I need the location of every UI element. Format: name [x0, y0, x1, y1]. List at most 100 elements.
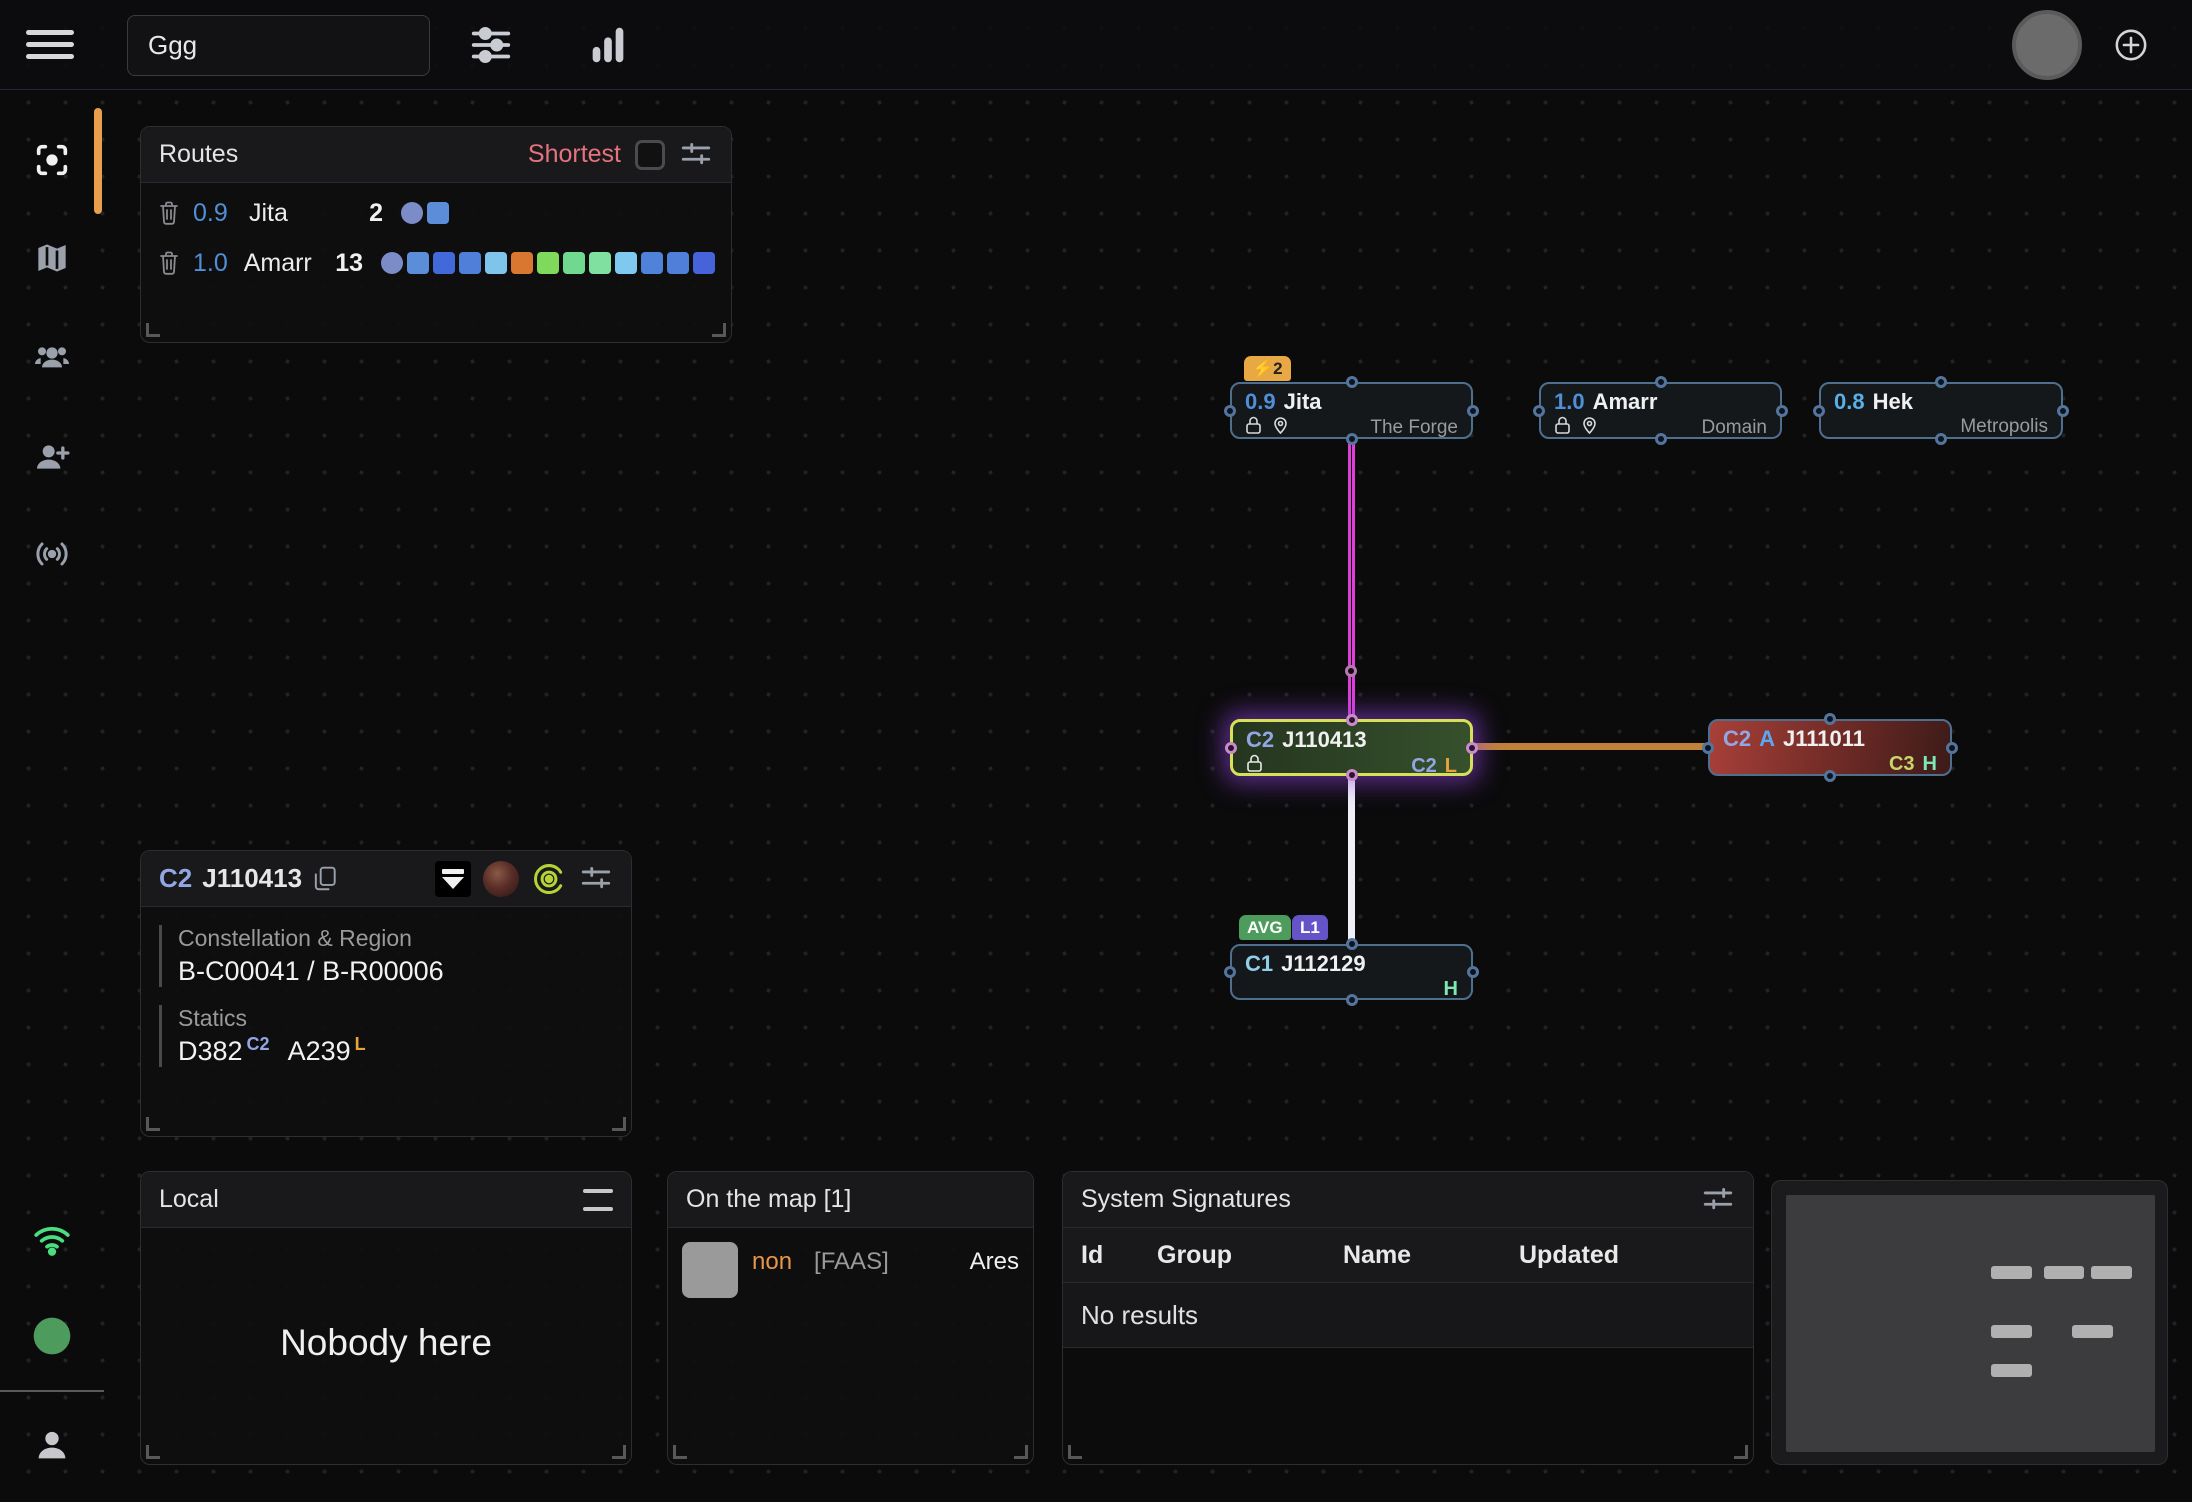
map-name-select[interactable]: Ggg	[127, 15, 430, 76]
zkill-target-icon[interactable]	[531, 861, 567, 897]
minimap-viewport[interactable]	[1786, 1195, 2155, 1452]
handle[interactable]	[1467, 966, 1479, 978]
route-hop-circle	[381, 252, 403, 274]
add-character-icon[interactable]	[2114, 28, 2148, 62]
column-updated[interactable]: Updated	[1519, 1241, 1619, 1270]
handle[interactable]	[1935, 433, 1947, 445]
pilot-corp-ticker: [FAAS]	[814, 1248, 889, 1276]
handle[interactable]	[1346, 994, 1358, 1006]
broadcast-icon[interactable]	[32, 534, 72, 574]
handle[interactable]	[1776, 405, 1788, 417]
route-security: 0.9	[193, 199, 237, 228]
handle[interactable]	[1225, 742, 1237, 754]
handle[interactable]	[1224, 966, 1236, 978]
signatures-settings-sliders-icon[interactable]	[1701, 1183, 1735, 1217]
column-name[interactable]: Name	[1343, 1241, 1519, 1270]
user-avatar[interactable]	[2012, 10, 2082, 80]
copy-icon[interactable]	[312, 865, 338, 893]
edge-c2-c1[interactable]	[1348, 773, 1355, 944]
delete-route-icon[interactable]	[157, 250, 181, 276]
route-mode-label[interactable]: Shortest	[528, 140, 621, 169]
node-j110413[interactable]: C2 J110413 C2 L	[1230, 719, 1473, 776]
location-pin-icon	[1581, 416, 1598, 440]
resize-corner[interactable]	[712, 323, 726, 337]
activity-chart-icon[interactable]	[585, 22, 631, 68]
route-mode-checkbox[interactable]	[635, 140, 665, 170]
handle[interactable]	[1824, 770, 1836, 782]
resize-corner[interactable]	[1014, 1445, 1028, 1459]
lock-icon	[1245, 416, 1262, 440]
delete-route-icon[interactable]	[157, 200, 181, 226]
route-hop-square	[511, 252, 533, 274]
add-pilot-icon[interactable]	[32, 438, 72, 478]
resize-corner[interactable]	[1068, 1445, 1082, 1459]
static-class: L	[355, 1034, 366, 1055]
minimap-node	[2044, 1266, 2083, 1279]
node-j112129[interactable]: C1 J112129 H	[1230, 944, 1473, 1000]
menu-icon[interactable]	[26, 23, 74, 67]
resize-corner[interactable]	[146, 1117, 160, 1131]
on-the-map-header: On the map [1]	[668, 1172, 1033, 1228]
handle[interactable]	[1346, 769, 1358, 781]
handle[interactable]	[2057, 405, 2069, 417]
node-amarr[interactable]: 1.0 Amarr Domain	[1539, 382, 1782, 439]
handle[interactable]	[1655, 433, 1667, 445]
map-settings-sliders-icon[interactable]	[468, 22, 514, 68]
pilot-row[interactable]: non [FAAS] Ares	[682, 1242, 1019, 1298]
map-canvas[interactable]: ⚡2 0.9 Jita The Forge 1.0 Amarr	[0, 0, 2192, 1502]
resize-corner[interactable]	[146, 1445, 160, 1459]
maps-icon[interactable]	[32, 238, 72, 278]
routes-panel: Routes Shortest 0.9 Jita 2 1.0 Amarr 13	[140, 126, 732, 343]
resize-corner[interactable]	[612, 1117, 626, 1131]
node-jita[interactable]: 0.9 Jita The Forge	[1230, 382, 1473, 439]
edge-jita-c2[interactable]	[1348, 439, 1355, 719]
handle[interactable]	[1824, 713, 1836, 725]
resize-corner[interactable]	[1734, 1445, 1748, 1459]
handle[interactable]	[1224, 405, 1236, 417]
handle[interactable]	[1813, 405, 1825, 417]
on-the-map-title: On the map [1]	[686, 1185, 851, 1214]
j110413-name: J110413	[1282, 727, 1366, 753]
route-row-amarr[interactable]: 1.0 Amarr 13	[157, 243, 715, 283]
handle[interactable]	[1346, 376, 1358, 388]
handle[interactable]	[1533, 405, 1545, 417]
handle[interactable]	[1946, 742, 1958, 754]
local-menu-icon[interactable]	[583, 1189, 613, 1211]
route-destination: Jita	[249, 199, 333, 228]
resize-corner[interactable]	[146, 323, 160, 337]
character-portrait[interactable]	[483, 861, 519, 897]
minimap-panel[interactable]	[1771, 1180, 2168, 1465]
handle[interactable]	[1346, 714, 1358, 726]
j112129-name: J112129	[1281, 951, 1365, 977]
system-settings-sliders-icon[interactable]	[579, 862, 613, 896]
characters-icon[interactable]	[32, 338, 72, 378]
route-row-jita[interactable]: 0.9 Jita 2	[157, 193, 715, 233]
edge-c2-j111011[interactable]	[1473, 743, 1708, 750]
node-hek[interactable]: 0.8 Hek Metropolis	[1819, 382, 2063, 439]
handle[interactable]	[1702, 742, 1714, 754]
node-j111011[interactable]: C2 A J111011 C3 H	[1708, 719, 1952, 776]
route-hop-circle	[401, 202, 423, 224]
handle[interactable]	[1935, 376, 1947, 388]
routes-settings-sliders-icon[interactable]	[679, 138, 713, 172]
profile-icon[interactable]	[32, 1426, 72, 1466]
handle[interactable]	[1346, 938, 1358, 950]
column-group[interactable]: Group	[1157, 1241, 1343, 1270]
routes-header: Routes Shortest	[141, 127, 731, 183]
signatures-title: System Signatures	[1081, 1185, 1291, 1214]
j112129-avg-badge: AVG	[1239, 915, 1291, 940]
resize-corner[interactable]	[673, 1445, 687, 1459]
resize-corner[interactable]	[612, 1445, 626, 1459]
local-panel: Local Nobody here	[140, 1171, 632, 1465]
focus-map-icon[interactable]	[32, 140, 72, 180]
j111011-tag: A	[1759, 726, 1775, 752]
signatures-column-headers[interactable]: Id Group Name Updated	[1063, 1228, 1753, 1283]
column-id[interactable]: Id	[1063, 1241, 1157, 1270]
handle[interactable]	[1655, 376, 1667, 388]
handle[interactable]	[1467, 405, 1479, 417]
handle[interactable]	[1466, 742, 1478, 754]
handle[interactable]	[1346, 433, 1358, 445]
pilot-ship: Ares	[970, 1248, 1019, 1276]
jita-security: 0.9	[1245, 389, 1276, 415]
static-class: C2	[247, 1034, 270, 1055]
